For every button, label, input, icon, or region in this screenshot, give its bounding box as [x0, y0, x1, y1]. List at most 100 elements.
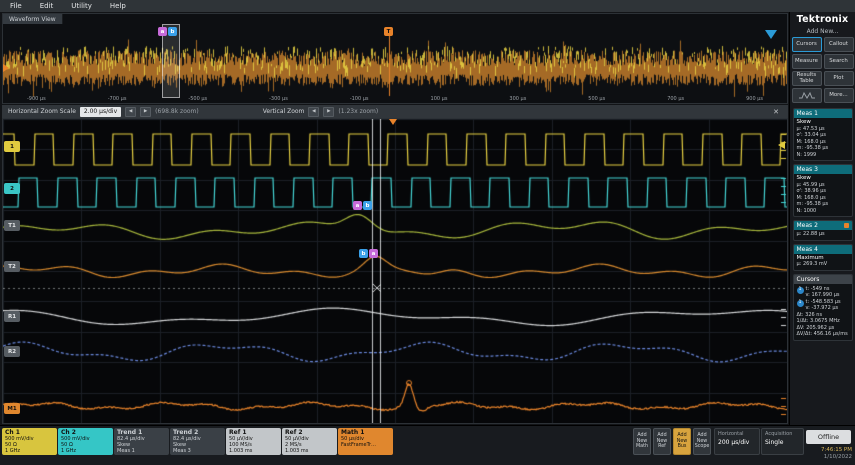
- axis-label: 300 μs: [509, 96, 527, 102]
- callout-button[interactable]: Callout: [823, 37, 854, 52]
- clock-date: 1/10/2022: [823, 454, 852, 460]
- v-zoom-increase-button[interactable]: ▶: [323, 106, 335, 117]
- source-icon: 1: [796, 299, 804, 307]
- zoom-indicator-icon[interactable]: [765, 30, 777, 39]
- search-button[interactable]: Search: [823, 54, 854, 69]
- more-button[interactable]: More...: [823, 88, 854, 103]
- cursor-a-badge[interactable]: a: [369, 249, 378, 258]
- channel-line: Meas 3: [173, 448, 191, 454]
- tekscope-window: File Edit Utility Help Waveform View a b…: [0, 0, 855, 465]
- v-zoom-label: Vertical Zoom: [262, 108, 305, 115]
- close-zoom-icon[interactable]: ✕: [770, 108, 782, 116]
- meas-stat: μ: 269.3 mV: [796, 261, 828, 267]
- channel-title: Ch 1: [5, 429, 20, 436]
- cursor-readout-row: 1 t: -549 ns v: 167.990 μs: [796, 286, 849, 298]
- h-zoom-increase-button[interactable]: ▶: [140, 106, 152, 117]
- menu-utility[interactable]: Utility: [71, 2, 92, 10]
- cursor-delta-row: ΔV: 205.962 μs ΔV/Δt: 456.16 μs/ms: [797, 325, 849, 337]
- badge-title: Meas 3: [796, 166, 818, 173]
- panel-title: Acquisition: [765, 431, 793, 437]
- cursor-value: 1/Δt: 3.0675 MHz: [796, 317, 840, 324]
- ref1-badge[interactable]: Ref 1 50 μV/div 100 MS/s 1.003 ms: [226, 428, 281, 455]
- panel-value: 200 μs/div: [718, 439, 750, 446]
- cursor-value: t: -548.583 μs: [805, 298, 841, 305]
- offline-button[interactable]: Offline: [806, 430, 851, 444]
- cursor-value: v: -37.972 μs: [805, 304, 839, 311]
- source-icon: 1: [796, 286, 804, 294]
- axis-label: -300 μs: [269, 96, 288, 102]
- overview-waveform-canvas: [3, 24, 787, 102]
- v-zoom-factor: (1.23x zoom): [338, 108, 379, 115]
- meas-stat: μ: 22.88 μs: [796, 231, 825, 237]
- trend1-marker[interactable]: T1: [4, 220, 20, 231]
- mask-test-button[interactable]: [791, 88, 822, 103]
- add-new-math-button[interactable]: Add New Math: [633, 428, 651, 455]
- meas2-badge[interactable]: Meas 2 μ: 22.88 μs: [792, 220, 853, 241]
- horizontal-panel[interactable]: Horizontal 200 μs/div: [714, 428, 760, 455]
- badge-title: Meas 2: [796, 222, 818, 229]
- add-new-label: Add New...: [806, 28, 839, 35]
- badge-column: Meas 1 Skew μ: 47.53 μs σ': 33.04 μs M: …: [792, 108, 853, 341]
- meas1-badge[interactable]: Meas 1 Skew μ: 47.53 μs σ': 33.04 μs M: …: [792, 108, 853, 161]
- ref1-marker[interactable]: R1: [4, 311, 20, 322]
- add-new-bus-button[interactable]: Add New Bus: [673, 428, 691, 455]
- meas4-badge[interactable]: Meas 4 Maximum μ: 269.3 mV: [792, 243, 853, 271]
- ch1-badge[interactable]: Ch 1 500 mV/div 50 Ω 1 GHz: [2, 428, 57, 455]
- channel-title: Ref 2: [285, 429, 303, 436]
- math-level-arrow[interactable]: [3, 64, 9, 72]
- cursor-a-badge[interactable]: a: [353, 201, 362, 210]
- cursor-a-badge[interactable]: a: [158, 27, 167, 36]
- cursor-delta-row: Δt: 326 ns 1/Δt: 3.0675 MHz: [797, 312, 849, 324]
- axis-label: 100 μs: [430, 96, 448, 102]
- ch1-level-arrow[interactable]: [778, 141, 785, 149]
- cursor-b-badge[interactable]: b: [363, 201, 372, 210]
- h-zoom-scale-label: Horizontal Zoom Scale: [8, 108, 76, 115]
- clock-time: 7:46:15 PM: [820, 447, 852, 453]
- channel-title: Trend 1: [117, 429, 143, 436]
- trigger-position-marker[interactable]: [389, 119, 397, 125]
- meas-stat: N: 1999: [796, 151, 817, 158]
- math1-badge[interactable]: Math 1 50 μs/div FastFrameTr…: [338, 428, 393, 455]
- ref2-marker[interactable]: R2: [4, 346, 20, 357]
- menu-bar: File Edit Utility Help: [0, 0, 855, 12]
- axis-label: -900 μs: [27, 96, 46, 102]
- trend2-badge[interactable]: Trend 2 82.4 μs/div Skew Meas 3: [170, 428, 225, 455]
- trigger-marker[interactable]: T: [384, 27, 393, 36]
- channel-line: 1 GHz: [61, 448, 77, 454]
- cursor-readout-row: 1 t: -548.583 μs v: -37.972 μs: [796, 298, 849, 311]
- panel-title: Horizontal: [718, 431, 744, 437]
- axis-label: 700 μs: [667, 96, 685, 102]
- math1-marker[interactable]: M1: [4, 403, 20, 414]
- channel-title: Trend 2: [173, 429, 199, 436]
- results-table-button[interactable]: Results Table: [791, 71, 822, 86]
- overview-axis: -900 μs -700 μs -500 μs -300 μs -100 μs …: [3, 96, 787, 102]
- measure-button[interactable]: Measure: [791, 54, 822, 69]
- meas3-badge[interactable]: Meas 3 Skew μ: 45.99 μs σ': 38.96 μs M: …: [792, 164, 853, 217]
- waveform-canvas: [3, 119, 787, 423]
- menu-help[interactable]: Help: [110, 2, 126, 10]
- plot-button[interactable]: Plot: [823, 71, 854, 86]
- cursor-b-badge[interactable]: b: [359, 249, 368, 258]
- channel-line: FastFrameTr…: [341, 442, 376, 448]
- ch2-badge[interactable]: Ch 2 500 mV/div 50 Ω 1 GHz: [58, 428, 113, 455]
- add-new-scope-button[interactable]: Add New Scope: [693, 428, 711, 455]
- menu-file[interactable]: File: [10, 2, 22, 10]
- axis-label: 900 μs: [746, 96, 763, 102]
- cursor-b-badge[interactable]: b: [168, 27, 177, 36]
- menu-edit[interactable]: Edit: [40, 2, 54, 10]
- waveform-view-tab[interactable]: Waveform View: [3, 14, 63, 24]
- v-zoom-decrease-button[interactable]: ◀: [308, 106, 320, 117]
- badge-title: Meas 4: [796, 245, 818, 253]
- add-new-ref-button[interactable]: Add New Ref: [653, 428, 671, 455]
- h-zoom-scale-value[interactable]: 2.00 μs/div: [79, 106, 122, 117]
- trend1-badge[interactable]: Trend 1 82.4 μs/div Skew Meas 1: [114, 428, 169, 455]
- waveform-icon: [798, 91, 815, 99]
- ch1-marker[interactable]: 1: [4, 141, 20, 152]
- cursors-badge[interactable]: Cursors 1 t: -549 ns v: 167.990 μs 1 t: …: [792, 273, 853, 341]
- cursors-button[interactable]: Cursors: [791, 37, 822, 52]
- channel-line: 1.003 ms: [285, 448, 309, 454]
- ref2-badge[interactable]: Ref 2 50 μV/div 2 MS/s 1.003 ms: [282, 428, 337, 455]
- ch2-marker[interactable]: 2: [4, 183, 20, 194]
- trend2-marker[interactable]: T2: [4, 261, 20, 272]
- h-zoom-decrease-button[interactable]: ◀: [125, 106, 137, 117]
